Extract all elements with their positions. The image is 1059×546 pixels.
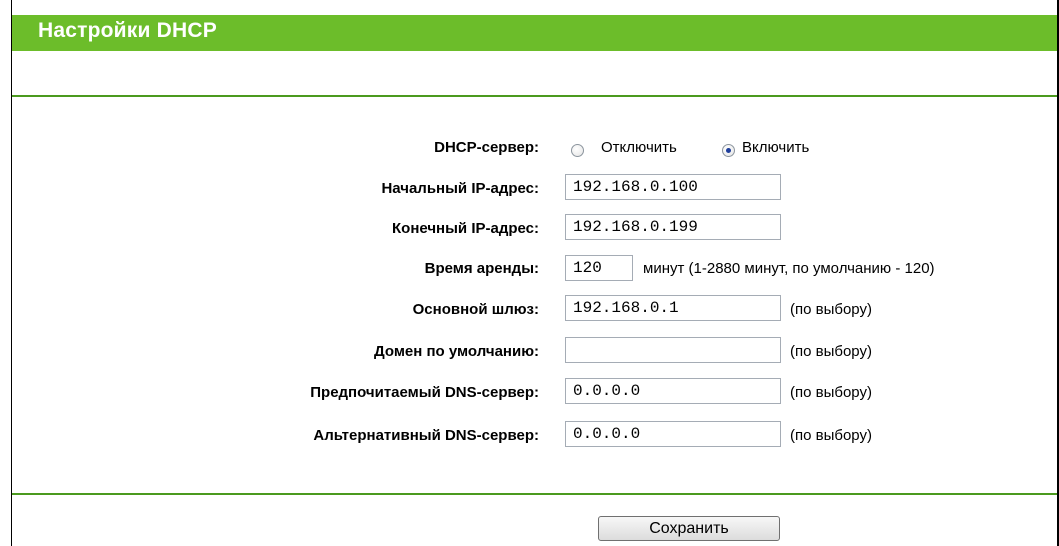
- primary-dns-input[interactable]: 0.0.0.0: [565, 378, 781, 404]
- panel-header: Настройки DHCP: [12, 15, 1057, 51]
- secondary-dns-label: Альтернативный DNS-сервер:: [313, 427, 539, 444]
- start-ip-label: Начальный IP-адрес:: [381, 180, 539, 197]
- primary-dns-label: Предпочитаемый DNS-сервер:: [310, 384, 539, 401]
- gateway-input[interactable]: 192.168.0.1: [565, 295, 781, 321]
- lease-time-note: минут (1-2880 минут, по умолчанию - 120): [643, 260, 935, 277]
- radio-disable-label[interactable]: Отключить: [601, 139, 677, 156]
- lease-time-input[interactable]: 120: [565, 255, 633, 281]
- radio-enable[interactable]: [722, 144, 735, 157]
- secondary-dns-input[interactable]: 0.0.0.0: [565, 421, 781, 447]
- page-title: Настройки DHCP: [38, 19, 217, 42]
- default-domain-label: Домен по умолчанию:: [373, 343, 539, 360]
- save-button[interactable]: Сохранить: [598, 516, 780, 541]
- lease-time-label: Время аренды:: [424, 260, 539, 277]
- bottom-divider: [12, 493, 1057, 495]
- dhcp-server-label: DHCP-сервер:: [434, 139, 539, 156]
- end-ip-input[interactable]: 192.168.0.199: [565, 214, 781, 240]
- end-ip-label: Конечный IP-адрес:: [392, 220, 539, 237]
- gateway-label: Основной шлюз:: [412, 301, 539, 318]
- default-domain-note: (по выбору): [790, 343, 872, 360]
- radio-enable-label[interactable]: Включить: [742, 139, 809, 156]
- default-domain-input[interactable]: [565, 337, 781, 363]
- primary-dns-note: (по выбору): [790, 384, 872, 401]
- top-divider: [12, 95, 1057, 97]
- radio-selected-dot: [726, 148, 731, 153]
- dhcp-settings-panel: Настройки DHCP DHCP-сервер: Отключить Вк…: [0, 0, 1059, 546]
- left-border: [11, 0, 12, 546]
- gateway-note: (по выбору): [790, 301, 872, 318]
- secondary-dns-note: (по выбору): [790, 427, 872, 444]
- radio-disable[interactable]: [571, 144, 584, 157]
- start-ip-input[interactable]: 192.168.0.100: [565, 174, 781, 200]
